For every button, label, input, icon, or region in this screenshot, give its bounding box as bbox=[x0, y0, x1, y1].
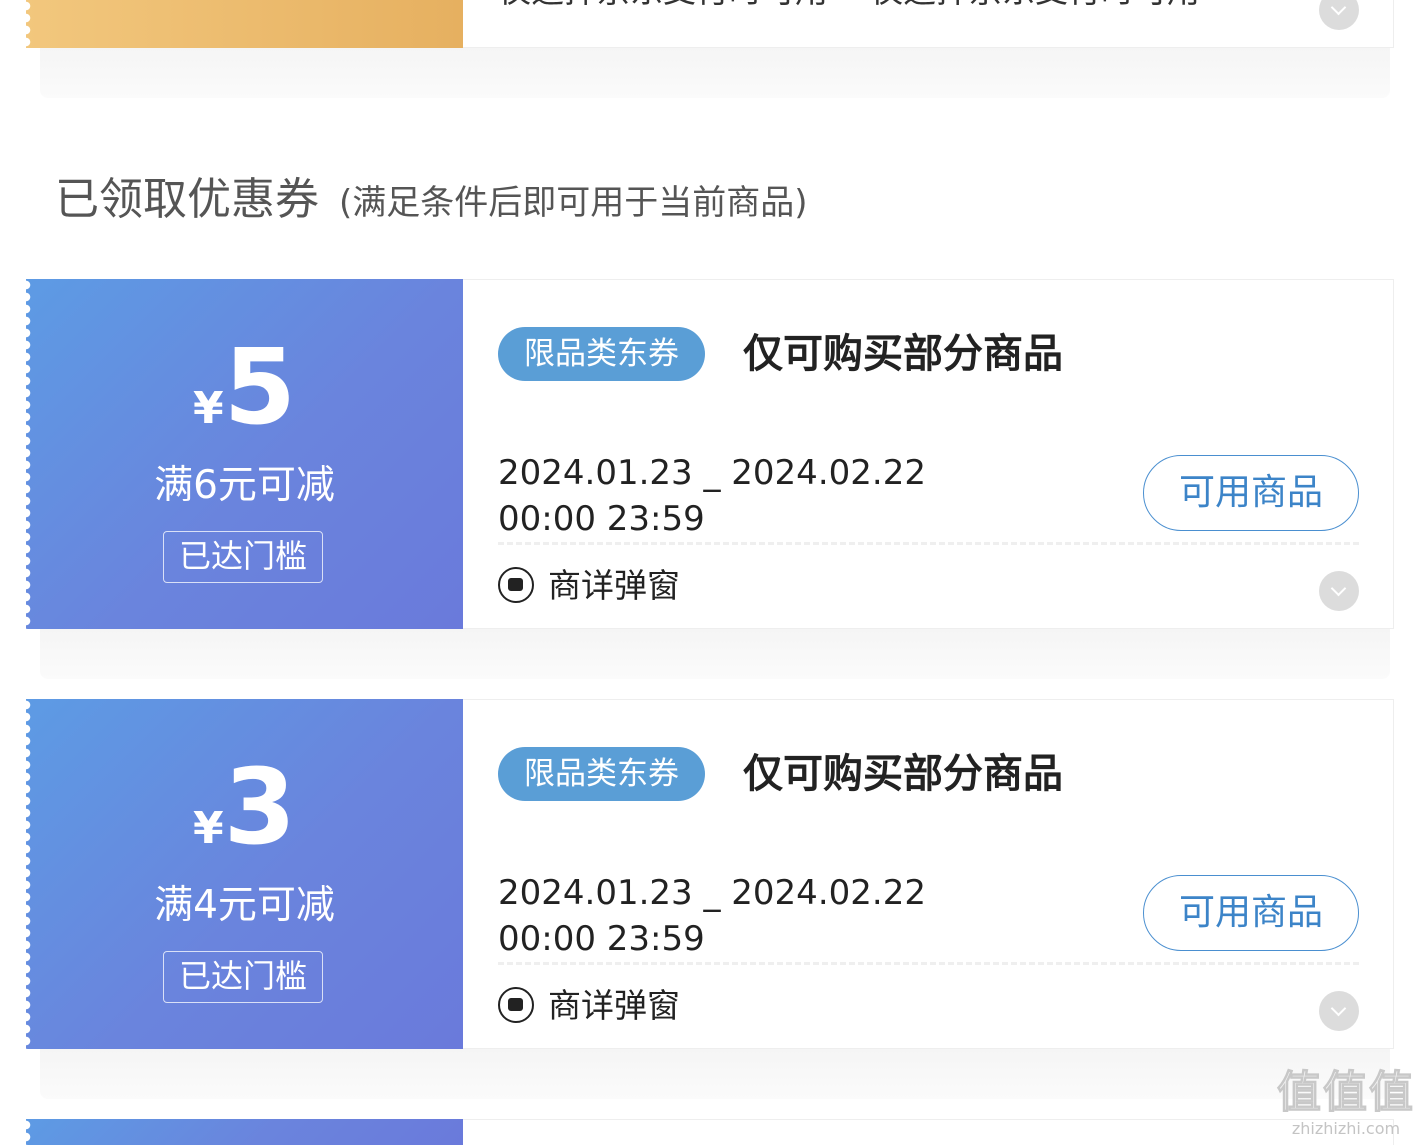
section-header: 已领取优惠券 (满足条件后即可用于当前商品) bbox=[55, 170, 808, 233]
coupon-info-panel: 限品类东券 仅可购买部分商品 2024.01.23 _ 2024.02.22 0… bbox=[463, 699, 1394, 1049]
amount-value: 5 bbox=[223, 326, 296, 448]
currency-symbol: ¥ bbox=[193, 803, 224, 854]
coupon-condition: 满6元可减 bbox=[154, 463, 335, 508]
coupon-shadow bbox=[40, 1049, 1390, 1099]
section-title: 已领取优惠券 bbox=[55, 174, 319, 225]
expand-chevron-icon[interactable] bbox=[1319, 0, 1359, 30]
coupon-right-panel: 仅选择京东支付时可用 仅选择京东支付时可用 bbox=[463, 0, 1394, 48]
coupon-partial-bottom bbox=[26, 1119, 1394, 1145]
condition-text: 仅选择京东支付时可用 bbox=[870, 0, 1200, 10]
coupon-validity: 2024.01.23 _ 2024.02.22 00:00 23:59 bbox=[498, 870, 926, 962]
coupon-info-panel bbox=[463, 1119, 1394, 1145]
watermark-logo: 值值值 bbox=[1277, 1067, 1415, 1119]
coupon-condition: 满4元可减 bbox=[154, 883, 335, 928]
available-products-button[interactable]: 可用商品 bbox=[1143, 875, 1359, 951]
divider bbox=[498, 542, 1359, 545]
date-range: 2024.01.23 _ 2024.02.22 bbox=[498, 873, 926, 913]
date-range: 2024.01.23 _ 2024.02.22 bbox=[498, 453, 926, 493]
threshold-badge: 已达门槛 bbox=[163, 951, 323, 1003]
channel-icon bbox=[498, 987, 534, 1023]
expand-chevron-icon[interactable] bbox=[1319, 991, 1359, 1031]
coupon-conditions: 仅选择京东支付时可用 仅选择京东支付时可用 bbox=[498, 0, 1200, 14]
coupon-type-tag: 限品类东券 bbox=[498, 327, 705, 381]
threshold-badge: 已达门槛 bbox=[163, 531, 323, 583]
coupon-amount: ¥5 bbox=[26, 335, 463, 439]
divider bbox=[498, 962, 1359, 965]
expand-chevron-icon[interactable] bbox=[1319, 571, 1359, 611]
coupon-title: 仅可购买部分商品 bbox=[743, 751, 1063, 797]
coupon-type-tag: 限品类东券 bbox=[498, 747, 705, 801]
watermark: 值值值 zhizhizhi.com bbox=[1275, 1067, 1417, 1139]
condition-text: 仅选择京东支付时可用 bbox=[498, 0, 828, 10]
time-range: 00:00 23:59 bbox=[498, 919, 705, 959]
coupon-shadow bbox=[40, 48, 1390, 98]
currency-symbol: ¥ bbox=[193, 383, 224, 434]
coupon-card[interactable]: ¥5 满6元可减 已达门槛 限品类东券 仅可购买部分商品 2024.01.23 … bbox=[26, 279, 1394, 629]
channel-label: 商详弹窗 bbox=[548, 986, 680, 1025]
coupon-left-panel bbox=[26, 0, 463, 48]
section-subtitle: (满足条件后即可用于当前商品) bbox=[339, 183, 808, 223]
coupon-value-panel bbox=[26, 1119, 463, 1145]
coupon-value-panel: ¥3 满4元可减 已达门槛 bbox=[26, 699, 463, 1049]
watermark-site: zhizhizhi.com bbox=[1291, 1119, 1401, 1138]
coupon-amount: ¥3 bbox=[26, 755, 463, 859]
amount-value: 3 bbox=[223, 746, 296, 868]
coupon-partial-top: 仅选择京东支付时可用 仅选择京东支付时可用 bbox=[26, 0, 1394, 48]
coupon-title: 仅可购买部分商品 bbox=[743, 331, 1063, 377]
coupon-card[interactable]: ¥3 满4元可减 已达门槛 限品类东券 仅可购买部分商品 2024.01.23 … bbox=[26, 699, 1394, 1049]
channel-label: 商详弹窗 bbox=[548, 566, 680, 605]
coupon-shadow bbox=[40, 629, 1390, 679]
channel-icon bbox=[498, 567, 534, 603]
coupon-value-panel: ¥5 满6元可减 已达门槛 bbox=[26, 279, 463, 629]
coupon-validity: 2024.01.23 _ 2024.02.22 00:00 23:59 bbox=[498, 450, 926, 542]
coupon-info-panel: 限品类东券 仅可购买部分商品 2024.01.23 _ 2024.02.22 0… bbox=[463, 279, 1394, 629]
time-range: 00:00 23:59 bbox=[498, 499, 705, 539]
available-products-button[interactable]: 可用商品 bbox=[1143, 455, 1359, 531]
